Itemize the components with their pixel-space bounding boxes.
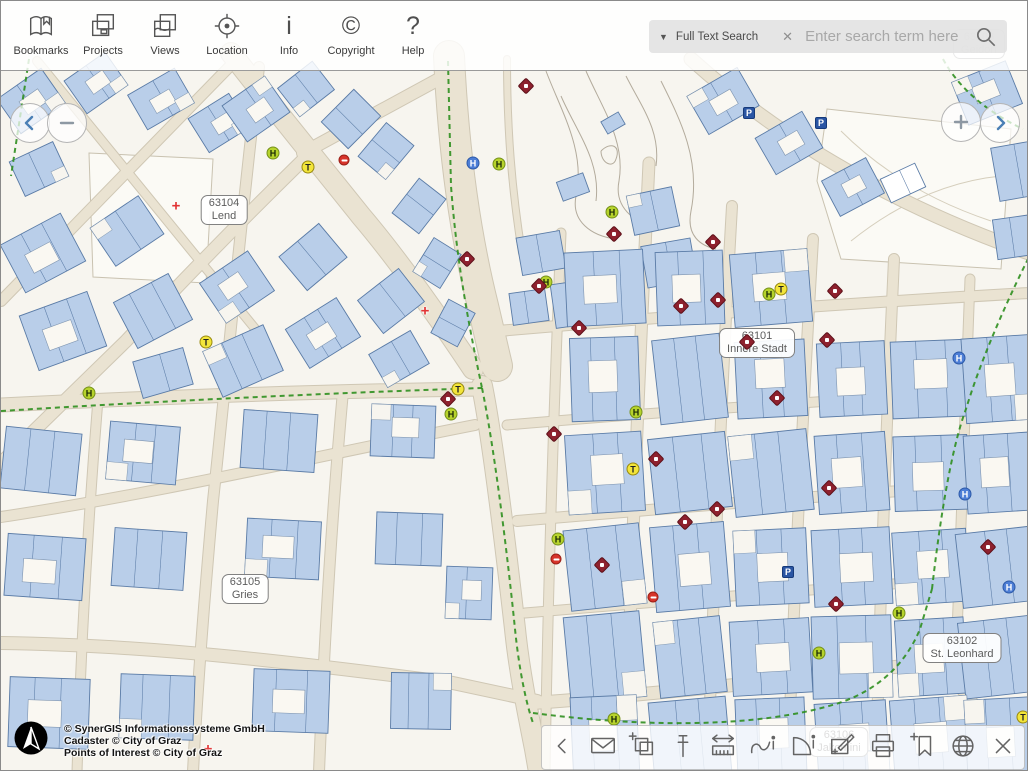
location-icon	[211, 9, 243, 43]
toolbar-button-label: Copyright	[327, 45, 374, 57]
toolbar-button-info[interactable]: i Info	[258, 7, 320, 67]
attribution-line: Cadaster © City of Graz	[64, 735, 265, 747]
zoom-in-button[interactable]	[941, 102, 981, 142]
envelope-icon	[588, 731, 618, 764]
plus-icon	[950, 111, 972, 133]
bus-stop-h-marker[interactable]: H	[813, 647, 826, 660]
toolbar-button-bookmarks[interactable]: Bookmarks	[10, 7, 72, 67]
toolbar-button-label: Bookmarks	[13, 45, 68, 57]
draw-edit-button[interactable]	[824, 729, 861, 767]
toolbar-button-copyright[interactable]: © Copyright	[320, 7, 382, 67]
map-attribution: © SynerGIS Informationssysteme GmbH Cada…	[64, 723, 265, 759]
overview-map-button[interactable]	[944, 729, 981, 767]
globe-icon	[948, 731, 978, 764]
bus-stop-h-marker[interactable]: H	[493, 158, 506, 171]
attribution-line: Points of Interest © City of Graz	[64, 747, 265, 759]
place-pin-button[interactable]	[665, 729, 702, 767]
toolbar-button-projects[interactable]: Projects	[72, 7, 134, 67]
transit-stop-h-marker[interactable]: H	[953, 352, 966, 365]
area-info-icon	[788, 731, 818, 764]
bookmarks-icon	[25, 9, 57, 43]
search-icon[interactable]	[974, 25, 997, 48]
traffic-sign-marker[interactable]	[339, 155, 350, 166]
copy-layers-button[interactable]	[625, 729, 662, 767]
views-icon	[149, 9, 181, 43]
search-mode-dropdown-icon[interactable]: ▼	[659, 32, 668, 42]
tram-stop-t-marker[interactable]: T	[627, 463, 640, 476]
search-input[interactable]	[803, 27, 968, 46]
toolbar-button-label: Views	[150, 45, 179, 57]
toolbar-button-label: Location	[206, 45, 248, 57]
bus-stop-h-marker[interactable]: H	[893, 607, 906, 620]
traffic-sign-marker[interactable]	[648, 592, 659, 603]
pan-right-button[interactable]	[980, 103, 1020, 143]
info-icon: i	[286, 9, 292, 43]
toolbar-button-label: Help	[402, 45, 425, 57]
close-toolbar-button[interactable]	[984, 729, 1021, 767]
toolbar-button-label: Info	[280, 45, 298, 57]
toolbar-button-views[interactable]: Views	[134, 7, 196, 67]
tram-stop-t-marker[interactable]: T	[302, 161, 315, 174]
search-mode-label[interactable]: Full Text Search	[676, 31, 758, 43]
edit-icon	[828, 731, 858, 764]
copyright-icon: ©	[342, 9, 360, 43]
chevron-left-icon	[19, 112, 41, 134]
layers-plus-icon	[628, 731, 658, 764]
bottom-toolbar	[541, 725, 1025, 770]
bus-stop-h-marker[interactable]: H	[608, 713, 621, 726]
parking-p-marker[interactable]: P	[782, 566, 794, 578]
measure-line-button[interactable]	[745, 729, 782, 767]
minus-icon	[56, 112, 78, 134]
close-icon	[988, 731, 1018, 764]
chevron-right-icon	[989, 112, 1011, 134]
north-compass-logo	[14, 721, 48, 760]
measure-icon	[708, 731, 738, 764]
send-email-button[interactable]	[585, 729, 622, 767]
chevron-left-icon	[548, 731, 578, 764]
add-bookmark-button[interactable]	[904, 729, 941, 767]
gis-app-window: 63104Lend63101Innere Stadt63105Gries6310…	[0, 0, 1028, 771]
traffic-sign-marker[interactable]	[551, 554, 562, 565]
bookmark-add-icon	[908, 731, 938, 764]
pharmacy-cross-marker[interactable]: +	[421, 304, 430, 319]
pin-icon	[668, 731, 698, 764]
attribution-line: © SynerGIS Informationssysteme GmbH	[64, 723, 265, 735]
bus-stop-h-marker[interactable]: H	[445, 408, 458, 421]
tram-stop-t-marker[interactable]: T	[1017, 711, 1028, 724]
toolbar-button-location[interactable]: Location	[196, 7, 258, 67]
map-canvas[interactable]: 63104Lend63101Innere Stadt63105Gries6310…	[1, 1, 1027, 770]
map-base-svg	[1, 1, 1028, 771]
toolbar-button-help[interactable]: ? Help	[382, 7, 444, 67]
bus-stop-h-marker[interactable]: H	[267, 147, 280, 160]
toolbar-button-label: Projects	[83, 45, 123, 57]
parking-p-marker[interactable]: P	[743, 107, 755, 119]
transit-stop-h-marker[interactable]: H	[959, 488, 972, 501]
search-bar: ▼ Full Text Search ✕	[649, 20, 1007, 53]
bus-stop-h-marker[interactable]: H	[83, 387, 96, 400]
parking-p-marker[interactable]: P	[815, 117, 827, 129]
collapse-toolbar-button[interactable]	[545, 729, 582, 767]
pan-left-button[interactable]	[10, 103, 50, 143]
line-info-icon	[748, 731, 778, 764]
tram-stop-t-marker[interactable]: T	[775, 283, 788, 296]
tram-stop-t-marker[interactable]: T	[452, 383, 465, 396]
pharmacy-cross-marker[interactable]: +	[172, 199, 181, 214]
bus-stop-h-marker[interactable]: H	[552, 533, 565, 546]
measure-distance-button[interactable]	[705, 729, 742, 767]
clear-search-icon[interactable]: ✕	[782, 29, 793, 45]
help-icon: ?	[406, 9, 420, 43]
print-button[interactable]	[864, 729, 901, 767]
bus-stop-h-marker[interactable]: H	[630, 406, 643, 419]
transit-stop-h-marker[interactable]: H	[467, 157, 480, 170]
zoom-out-button[interactable]	[47, 103, 87, 143]
bus-stop-h-marker[interactable]: H	[606, 206, 619, 219]
printer-icon	[868, 731, 898, 764]
projects-icon	[87, 9, 119, 43]
measure-area-button[interactable]	[785, 729, 822, 767]
tram-stop-t-marker[interactable]: T	[200, 336, 213, 349]
transit-stop-h-marker[interactable]: H	[1003, 581, 1016, 594]
